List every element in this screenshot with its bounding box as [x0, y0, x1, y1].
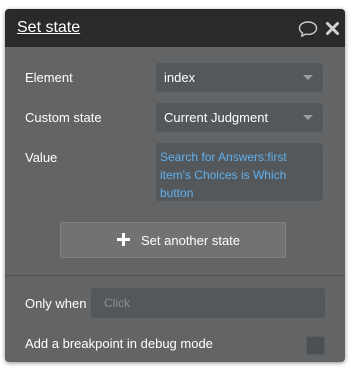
- element-label: Element: [25, 70, 73, 85]
- speech-bubble-icon[interactable]: [298, 20, 318, 38]
- chevron-down-icon: [303, 75, 313, 80]
- custom-state-dropdown-value: Current Judgment: [164, 110, 269, 125]
- only-when-condition-input[interactable]: Click: [91, 288, 325, 318]
- set-state-panel: Set state Element index Custom state Cur…: [5, 9, 345, 362]
- value-label: Value: [25, 150, 58, 165]
- panel-title[interactable]: Set state: [17, 19, 80, 37]
- breakpoint-label: Add a breakpoint in debug mode: [25, 336, 213, 351]
- custom-state-label: Custom state: [25, 110, 102, 125]
- chevron-down-icon: [303, 115, 313, 120]
- panel-header: Set state: [5, 9, 345, 47]
- element-dropdown[interactable]: index: [156, 63, 323, 92]
- set-another-state-label: Set another state: [141, 233, 241, 248]
- close-x-icon[interactable]: [325, 21, 340, 36]
- plus-icon: [117, 233, 130, 246]
- breakpoint-checkbox[interactable]: [306, 336, 325, 355]
- custom-state-dropdown[interactable]: Current Judgment: [156, 103, 323, 132]
- only-when-label: Only when: [25, 296, 87, 311]
- set-another-state-button[interactable]: Set another state: [60, 222, 286, 258]
- section-divider: [5, 275, 345, 276]
- only-when-placeholder: Click: [104, 296, 130, 310]
- element-dropdown-value: index: [164, 70, 196, 85]
- value-expression-field[interactable]: Search for Answers:first item's Choices …: [156, 143, 323, 201]
- value-expression-text[interactable]: Search for Answers:first item's Choices …: [160, 148, 320, 202]
